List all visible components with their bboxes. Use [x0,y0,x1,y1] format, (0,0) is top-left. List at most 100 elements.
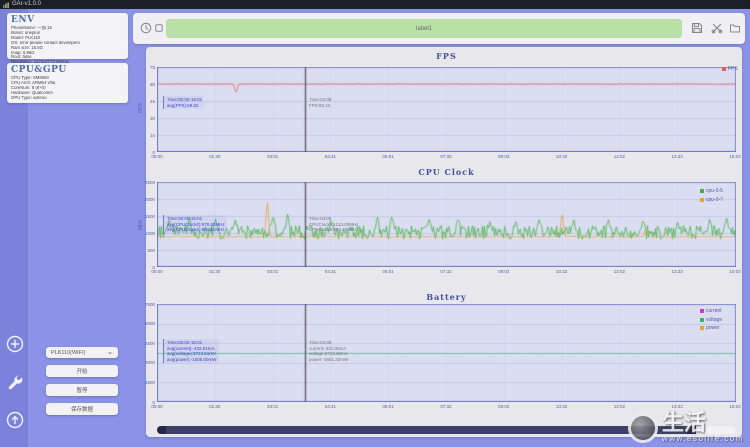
env-panel: ENV PhoneName: 一加 15 Brand: oneplus Model:… [7,13,128,64]
y-axis-tick: 1500 [144,213,155,219]
cursor-annotation: Time:04:08 CPUClock0:1113.00MHz CPUClock6:… [309,216,358,233]
x-axis-tick: 06:01 [382,154,394,159]
plus-circle-icon[interactable] [6,335,24,353]
wrench-icon[interactable] [6,373,24,391]
legend-label: power [706,325,720,331]
env-lines: PhoneName: 一加 15 Brand: oneplus Model: PLK… [11,26,124,65]
cpu-gpu-panel: CPU&GPU CPU Type: SM8650 CPU Arch: ARM64 … [7,63,128,103]
x-axis-tick: 13:33 [671,154,683,159]
x-axis-tick: 15:03 [729,404,741,409]
folder-icon[interactable] [729,22,741,34]
x-axis-tick: 03:01 [266,404,279,409]
legend-label: current [706,308,722,314]
x-axis-tick: 12:02 [613,154,626,159]
x-axis-tick: 00:00 [151,269,163,274]
legend-swatch [700,189,704,193]
watermark-text: 生活 [661,410,706,435]
x-axis-tick: 04:31 [324,269,337,274]
avg-stat-line: avg(FPS):59.82 [167,102,199,108]
x-axis-tick: 10:32 [555,154,568,159]
x-axis-tick: 04:31 [324,154,337,159]
y-axis-label: MHz [138,219,145,231]
screenshot-icon[interactable] [155,24,163,32]
x-axis-tick: 09:02 [498,154,510,159]
y-axis-tick: 500 [147,247,155,253]
y-axis-tick: 75 [149,64,155,70]
y-axis-tick: 60 [149,81,155,87]
cursor-stat-line: CPUClock6:902.40MHz [309,227,357,233]
x-axis-tick: 09:02 [498,404,510,409]
legend-label: cpu-0-7 [706,196,723,203]
avg-stats-box: Time:00:00-15:01 avg(CPUClock0):978.63MHz… [163,215,227,234]
y-axis-tick: 15 [149,132,155,138]
app-logo-icon [3,2,9,8]
legend-label: FPS [728,66,738,72]
legend-swatch [700,309,704,313]
pause-button[interactable]: 暂停 [46,384,118,396]
start-button[interactable]: 开始 [46,365,118,377]
y-axis-tick: 4500 [144,340,155,346]
x-axis-tick: 03:01 [266,154,279,159]
legend-item[interactable]: cpu-0-5 [700,188,723,194]
cpu-gpu-lines: CPU Type: SM8650 CPU Arch: ARM64 V9a CoreN… [11,76,124,101]
history-icon[interactable] [140,22,152,34]
x-axis-tick: 04:31 [324,404,337,409]
cursor-annotation: Time:04:08 FPS:60.22 [309,97,331,108]
legend-item[interactable]: current [700,308,722,314]
cursor-annotation: Time:04:08 current:-431.00mA voltage:3710.… [309,340,348,362]
x-axis-tick: 10:32 [555,269,568,274]
y-axis-tick: 1500 [144,379,155,385]
legend-label: cpu-0-5 [706,188,723,194]
legend-item[interactable]: cpu-0-7 [700,197,723,203]
cursor-stat-line: Time:04:08 [309,97,332,102]
legend-swatch [700,326,704,330]
label-input[interactable]: label1 [166,19,682,38]
save-icon[interactable] [691,22,703,34]
legend-label: voltage [706,316,723,323]
scissors-icon[interactable] [711,22,723,34]
x-axis-tick: 00:00 [151,154,163,159]
legend-item[interactable]: FPS [722,66,738,72]
watermark: 生活 www.esolife.com [627,410,744,443]
chart-plot-area[interactable] [157,304,736,402]
scrollbar-left-cap[interactable] [157,426,166,434]
x-axis-tick: 15:03 [729,269,741,274]
y-axis-tick: 45 [149,98,155,104]
chevron-down-icon: ⌄ [107,349,113,356]
x-axis-tick: 06:01 [382,404,394,409]
chart-plot-area[interactable] [157,182,736,267]
x-axis-tick: 12:02 [613,269,626,274]
x-axis-tick: 07:32 [440,269,452,274]
save-data-button[interactable]: 保存数据 [46,403,118,415]
avg-stats-box: Time:00:00-15:01 avg(current):-432.51mA av… [163,339,219,364]
chart-plot-area[interactable] [157,67,736,152]
y-axis-tick: 30 [149,115,155,121]
cursor-stat-line: power:-1601.32mW [309,356,349,362]
window-title: GAr-v1.0.0 [12,1,42,7]
y-axis-tick: 2500 [144,179,155,185]
x-axis-tick: 03:01 [266,269,279,274]
avg-stat-line: Time:00:00-15:01 [167,97,203,102]
upload-icon[interactable] [6,411,24,429]
legend-item[interactable]: voltage [700,317,722,323]
x-axis-tick: 13:33 [671,404,683,409]
legend-swatch [722,67,726,71]
x-axis-tick: 00:00 [151,404,163,409]
toolbar: label1 [133,13,745,44]
window-titlebar: GAr-v1.0.0 [0,0,750,9]
chart-title: FPS [436,51,457,61]
x-axis-tick: 13:33 [671,269,683,274]
scrollbar-thumb[interactable] [166,426,687,434]
x-axis-tick: 01:30 [209,154,221,159]
x-axis-tick: 07:32 [440,404,452,409]
x-axis-tick: 01:30 [209,269,221,274]
legend-item[interactable]: power [700,325,722,331]
cursor-stat-line: FPS:60.22 [309,102,331,108]
env-panel-title: ENV [11,15,35,25]
watermark-logo-icon [627,412,658,443]
device-select-value: PLK110(WIFI) [51,349,86,356]
x-axis-tick: 09:02 [498,269,510,274]
x-axis-tick: 10:32 [555,404,568,409]
device-select[interactable]: PLK110(WIFI) ⌄ [46,347,118,358]
y-axis-tick: 7500 [144,301,155,307]
